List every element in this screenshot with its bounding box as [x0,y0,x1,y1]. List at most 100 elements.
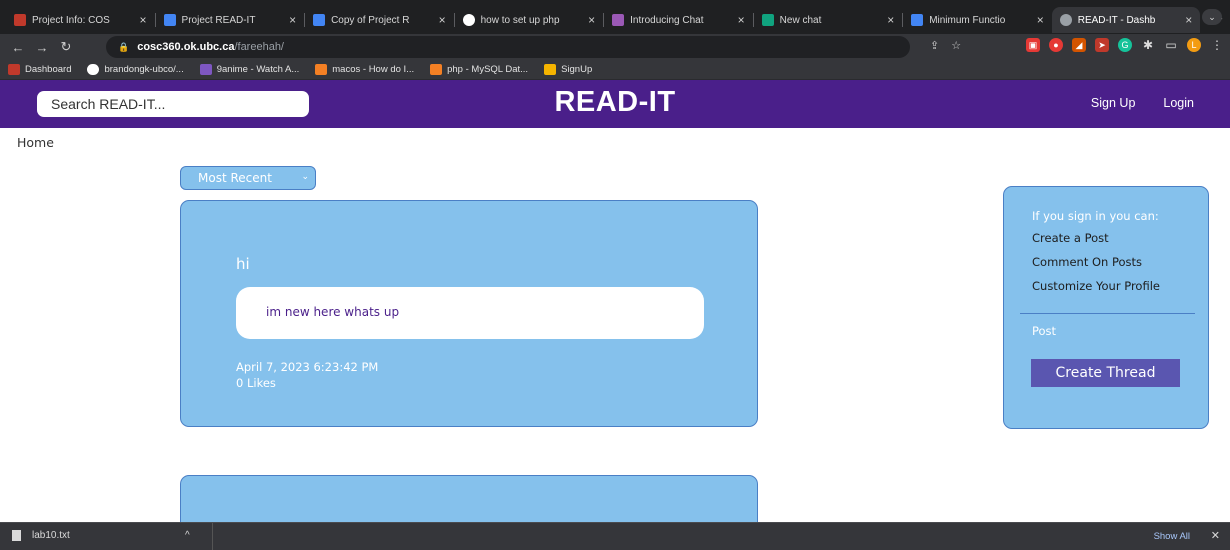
puzzle-icon[interactable]: ✱ [1141,38,1155,52]
docs-icon [163,14,176,26]
tab-title: Introducing Chat [630,14,704,26]
bookmark-label: 9anime - Watch A... [216,64,300,75]
lock-icon[interactable]: 🔒 [118,42,129,53]
bookmark-star-icon[interactable]: ☆ [951,39,961,52]
browser-tab[interactable]: Introducing Chat × [604,7,753,33]
close-icon[interactable]: × [140,13,147,27]
chatgpt-icon [612,14,625,26]
bookmark-label: php - MySQL Dat... [447,64,529,75]
address-path: /fareehah/ [234,41,284,53]
site-header: READ-IT Sign Up Login [0,80,1230,128]
bookmark-label: Dashboard [25,64,72,75]
globe-icon [1059,14,1072,26]
browser-tab[interactable]: Copy of Project R × [305,7,454,33]
forward-icon[interactable]: → [30,40,54,55]
tab-search-icon[interactable]: ⌄ [1202,9,1222,25]
chevron-down-icon: ⌄ [301,172,309,182]
post-label: Post [1032,324,1057,338]
download-filename: lab10.txt [32,530,70,541]
bookmark-item[interactable]: Dashboard [8,64,71,75]
bookmarks-bar: Dashboard brandongk-ubco/... 9anime - Wa… [0,60,1230,80]
signin-info-panel: If you sign in you can: Create a Post Co… [1003,186,1209,429]
close-icon[interactable]: × [738,13,745,27]
extension-icon[interactable]: ▣ [1026,38,1040,52]
avatar[interactable]: L [1187,38,1201,52]
close-icon[interactable]: × [289,13,296,27]
bookmark-item[interactable]: macos - How do I... [315,64,414,75]
panel-item: Comment On Posts [1032,255,1143,269]
tab-title: New chat [779,14,822,26]
close-icon[interactable]: × [439,13,446,27]
ubc-icon [14,14,26,26]
xampp-icon [544,64,557,75]
docs-icon [313,14,326,26]
address-bar-actions: ⇪ ☆ [930,39,961,52]
download-bar: lab10.txt ^ Show All ✕ [0,522,1230,550]
stackoverflow-icon [315,64,328,75]
chevron-up-icon[interactable]: ^ [185,530,190,541]
post-likes: 0 Likes [236,376,276,390]
close-icon[interactable]: × [1185,13,1192,27]
browser-tab[interactable]: Project Info: COS × [6,7,155,33]
github-icon [87,64,100,75]
divider [212,523,213,550]
panel-item: Customize Your Profile [1032,279,1160,293]
bookmark-item[interactable]: brandongk-ubco/... [87,64,184,75]
sidebar-toggle-icon[interactable]: ▭ [1164,38,1178,52]
docs-icon [911,14,924,26]
close-icon[interactable]: ✕ [1211,529,1220,542]
sort-selected-value: Most Recent [198,171,272,185]
extension-icon[interactable]: ➤ [1095,38,1109,52]
reload-icon[interactable]: ↻ [54,39,78,55]
browser-tab[interactable]: New chat × [754,7,903,33]
tab-title: Minimum Functio [929,14,1006,26]
bookmark-item[interactable]: 9anime - Watch A... [199,64,300,75]
browser-tab[interactable]: Minimum Functio × [903,7,1052,33]
panel-heading: If you sign in you can: [1032,209,1159,223]
tab-title: Project READ-IT [181,14,256,26]
search-input[interactable] [37,91,309,117]
ubc-icon [8,64,20,75]
close-icon[interactable]: × [1037,13,1044,27]
browser-tab[interactable]: Project READ-IT × [156,7,305,33]
show-all-button[interactable]: Show All [1154,531,1190,542]
stackoverflow-icon [430,64,443,75]
post-body: im new here whats up [236,287,704,339]
extension-icon[interactable]: ◢ [1072,38,1086,52]
bookmark-item[interactable]: SignUp [544,64,592,75]
divider [1020,313,1195,314]
tab-title: Project Info: COS [32,14,110,26]
browser-tab[interactable]: how to set up php × [455,7,604,33]
bookmark-item[interactable]: php - MySQL Dat... [430,64,528,75]
create-thread-button[interactable]: Create Thread [1031,359,1180,387]
browser-tab-active[interactable]: READ-IT - Dashb × [1051,7,1201,33]
address-bar[interactable]: 🔒 cosc360.ok.ubc.ca/fareehah/ [106,36,910,58]
browser-tab-strip: Project Info: COS × Project READ-IT × Co… [0,0,1230,34]
back-icon[interactable]: ← [6,40,30,55]
extensions-area: ▣ ● ◢ ➤ G ✱ ▭ L ⋮ [1026,38,1224,52]
close-icon[interactable]: × [588,13,595,27]
tab-title: READ-IT - Dashb [1077,14,1156,26]
post-title: hi [236,255,250,273]
share-icon[interactable]: ⇪ [930,39,939,52]
bookmark-label: macos - How do I... [332,64,415,75]
sort-dropdown[interactable]: Most Recent ⌄ [180,166,316,190]
google-icon [462,14,475,26]
bookmark-label: SignUp [561,64,593,75]
signup-link[interactable]: Sign Up [1091,96,1135,110]
download-item[interactable]: lab10.txt [12,530,70,541]
more-menu-icon[interactable]: ⋮ [1210,38,1224,52]
file-icon [12,530,21,541]
panel-item: Create a Post [1032,231,1109,245]
grammarly-icon[interactable]: G [1118,38,1132,52]
post-timestamp: April 7, 2023 6:23:42 PM [236,360,379,374]
login-link[interactable]: Login [1163,96,1194,110]
breadcrumb[interactable]: Home [17,135,54,150]
post-card[interactable]: hi im new here whats up April 7, 2023 6:… [180,200,758,427]
tab-title: Copy of Project R [331,14,410,26]
browser-toolbar: ← → ↻ 🔒 cosc360.ok.ubc.ca/fareehah/ ⇪ ☆ … [0,34,1230,60]
extension-icon[interactable]: ● [1049,38,1063,52]
tab-title: how to set up php [480,14,560,26]
address-host: cosc360.ok.ubc.ca [137,41,235,53]
close-icon[interactable]: × [887,13,894,27]
